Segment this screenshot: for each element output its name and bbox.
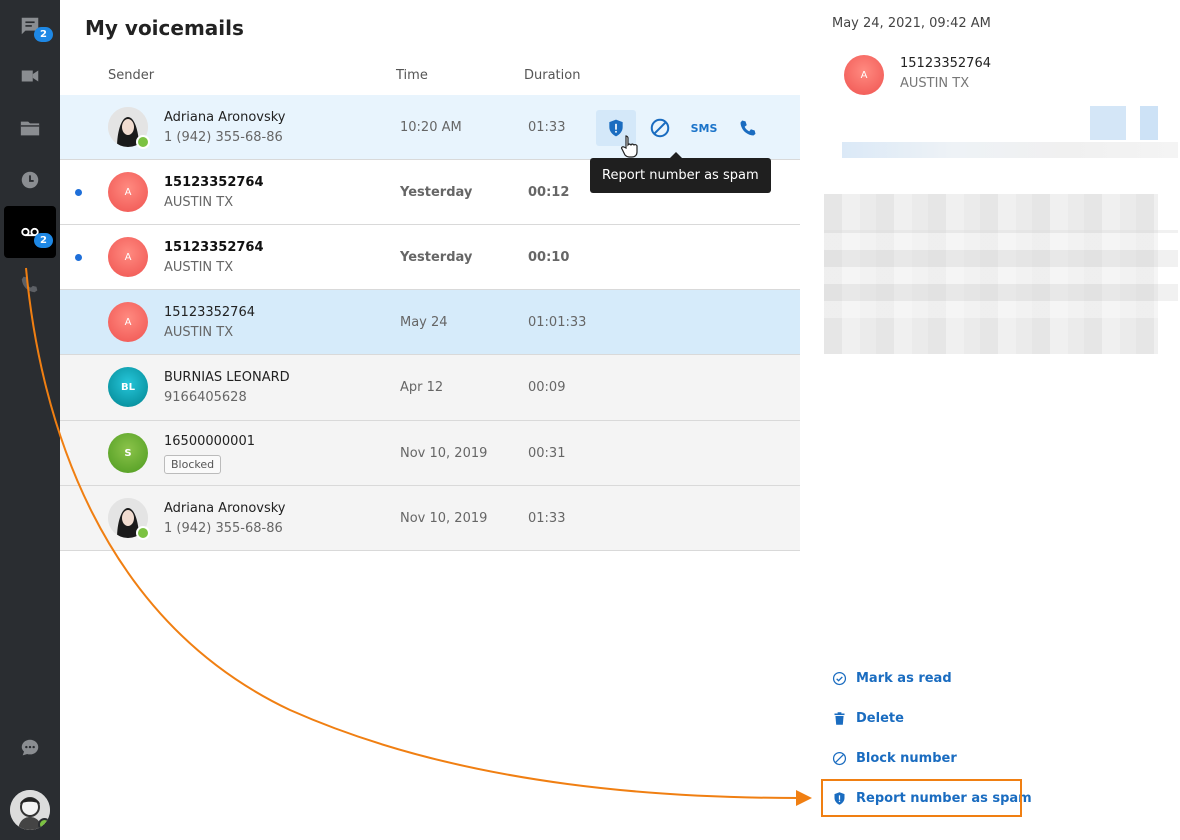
- voicemail-app: 2 2 My voicemails Sender Time Duration A…: [0, 0, 1180, 840]
- voicemail-time: Nov 10, 2019: [400, 446, 488, 461]
- sender-name: 15123352764: [164, 175, 264, 190]
- block-number-label: Block number: [856, 750, 957, 766]
- voicemail-time: May 24: [400, 315, 448, 330]
- call-transfer-icon: [21, 276, 38, 293]
- block-number-button[interactable]: Block number: [832, 748, 957, 768]
- caller-number: 15123352764: [900, 56, 991, 71]
- nav-chat[interactable]: 2: [4, 0, 56, 52]
- nav-files[interactable]: [4, 102, 56, 154]
- nav-call-transfer[interactable]: [4, 258, 56, 310]
- caller-avatar: A: [844, 55, 884, 95]
- check-circle-icon: [832, 671, 847, 685]
- nav-support-chat[interactable]: [4, 722, 56, 774]
- sender-name: Adriana Aronovsky: [164, 110, 286, 125]
- sender-phone: 1 (942) 355-68-86: [164, 521, 283, 536]
- voicemail-duration: 00:09: [528, 380, 566, 395]
- voicemail-row[interactable]: A 15123352764 AUSTIN TX Yesterday 00:10: [60, 225, 800, 290]
- contact-avatar: [108, 107, 150, 149]
- blocked-badge: Blocked: [164, 455, 222, 474]
- sender-name: 15123352764: [164, 305, 255, 320]
- trash-icon: [834, 711, 845, 725]
- contact-avatar: A: [108, 237, 148, 277]
- voicemail-row[interactable]: Adriana Aronovsky 1 (942) 355-68-86 Nov …: [60, 486, 800, 551]
- phone-icon: [740, 120, 756, 136]
- voicemail-duration: 00:12: [528, 185, 570, 200]
- voicemail-time: 10:20 AM: [400, 120, 462, 135]
- sender-location: AUSTIN TX: [164, 260, 234, 275]
- unread-indicator: [75, 254, 82, 261]
- page-title: My voicemails: [85, 16, 244, 40]
- voicemail-row[interactable]: A 15123352764 AUSTIN TX May 24 01:01:33: [60, 290, 800, 355]
- contact-avatar: A: [108, 302, 148, 342]
- voicemail-detail-panel: May 24, 2021, 09:42 AM A 15123352764 AUS…: [800, 0, 1180, 840]
- block-number-button[interactable]: [642, 110, 678, 146]
- report-spam-tooltip: Report number as spam: [590, 152, 771, 193]
- block-icon: [650, 118, 670, 138]
- sender-phone: 9166405628: [164, 390, 247, 405]
- sender-name: 15123352764: [164, 240, 264, 255]
- voicemail-list-panel: My voicemails Sender Time Duration Adria…: [60, 0, 800, 840]
- sender-name: BURNIAS LEONARD: [164, 370, 290, 385]
- sender-phone: 1 (942) 355-68-86: [164, 130, 283, 145]
- contact-avatar: [108, 498, 150, 540]
- voicemail-badge: 2: [34, 233, 53, 248]
- online-status-dot: [136, 526, 150, 540]
- column-header-sender: Sender: [108, 68, 155, 83]
- caller-location: AUSTIN TX: [900, 76, 970, 91]
- mark-as-read-label: Mark as read: [856, 670, 952, 686]
- sender-location: AUSTIN TX: [164, 325, 234, 340]
- chat-badge: 2: [34, 27, 53, 42]
- call-button[interactable]: [730, 110, 766, 146]
- voicemail-duration: 01:01:33: [528, 315, 587, 330]
- sender-location: AUSTIN TX: [164, 195, 234, 210]
- voicemail-row[interactable]: Adriana Aronovsky 1 (942) 355-68-86 10:2…: [60, 95, 800, 160]
- voicemail-time: Nov 10, 2019: [400, 511, 488, 526]
- highlight-box: [821, 779, 1022, 817]
- voicemail-row[interactable]: BL BURNIAS LEONARD 9166405628 Apr 12 00:…: [60, 355, 800, 421]
- voicemail-duration: 01:33: [528, 511, 566, 526]
- contact-avatar: S: [108, 433, 148, 473]
- nav-video[interactable]: [4, 50, 56, 102]
- sender-name: Adriana Aronovsky: [164, 501, 286, 516]
- column-header-time: Time: [396, 68, 428, 83]
- delete-label: Delete: [856, 710, 904, 726]
- support-chat-icon: [21, 739, 39, 756]
- current-user-avatar[interactable]: [10, 790, 50, 830]
- hand-cursor-icon: [621, 135, 638, 158]
- folder-icon: [20, 121, 40, 136]
- nav-voicemail[interactable]: 2: [4, 206, 56, 258]
- contact-avatar: BL: [108, 367, 148, 407]
- voicemail-duration: 00:10: [528, 250, 570, 265]
- mark-as-read-button[interactable]: Mark as read: [832, 668, 952, 688]
- history-icon: [21, 171, 39, 189]
- voicemail-duration: 00:31: [528, 446, 566, 461]
- voicemail-time: Yesterday: [400, 250, 473, 265]
- voicemail-row[interactable]: S 16500000001 Blocked Nov 10, 2019 00:31: [60, 421, 800, 486]
- voicemail-date: May 24, 2021, 09:42 AM: [832, 16, 991, 31]
- block-icon: [832, 751, 847, 765]
- sender-name: 16500000001: [164, 434, 255, 449]
- column-header-duration: Duration: [524, 68, 581, 83]
- sms-button[interactable]: SMS: [686, 110, 722, 146]
- online-status-dot: [136, 135, 150, 149]
- voicemail-time: Apr 12: [400, 380, 444, 395]
- app-sidebar: 2 2: [0, 0, 60, 840]
- nav-history[interactable]: [4, 154, 56, 206]
- voicemail-time: Yesterday: [400, 185, 473, 200]
- contact-avatar: A: [108, 172, 148, 212]
- online-status-dot: [38, 818, 50, 830]
- unread-indicator: [75, 189, 82, 196]
- delete-button[interactable]: Delete: [832, 708, 904, 728]
- video-icon: [21, 70, 39, 82]
- voicemail-duration: 01:33: [528, 120, 566, 135]
